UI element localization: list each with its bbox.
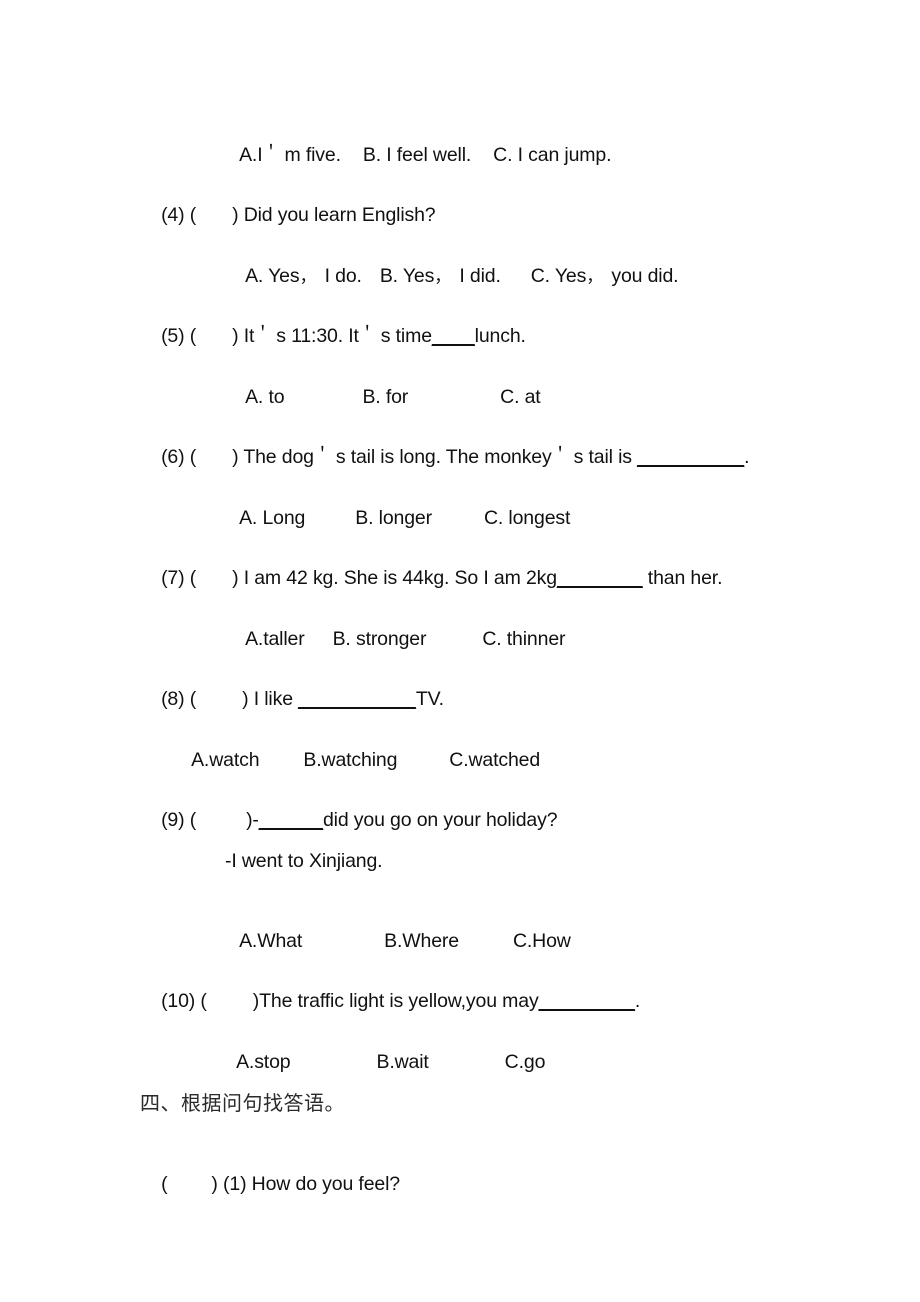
blank-q5[interactable]: ____: [432, 325, 475, 347]
option-b-q10: B.wait: [376, 1050, 429, 1073]
question-7-options-row: A.taller B. stronger C. thinner: [224, 610, 565, 669]
question-7-number: (7) (: [161, 566, 197, 589]
question-8-options-row: A.watch B.watching C.watched: [170, 731, 540, 790]
question-10-number: (10) (: [161, 989, 207, 1012]
question-5-number: (5) (: [161, 324, 197, 347]
option-c-q8: C.watched: [449, 748, 541, 771]
question-5-text-4: lunch.: [474, 324, 526, 347]
section-four-item-1: ( ) (1) How do you feel?: [140, 1155, 400, 1214]
option-a-q5: A. to: [245, 385, 285, 408]
blank-q8[interactable]: ___________: [298, 688, 416, 710]
question-5-options-row: A. to B. for C. at: [224, 368, 541, 427]
question-6-text-4: .: [744, 445, 750, 468]
blank-q7[interactable]: ________: [557, 567, 643, 589]
option-c-q4-pre: C. Yes: [530, 264, 587, 287]
question-9-stem: (9) ( )-______did you go on your holiday?: [140, 791, 557, 850]
question-10-text-2: .: [634, 989, 641, 1012]
section-four-item-1-text: ) (1) How do you feel?: [211, 1172, 400, 1195]
option-b-q6: B. longer: [355, 506, 432, 529]
option-a-q4-pre: A. Yes: [245, 264, 300, 287]
option-c-q7: C. thinner: [482, 627, 566, 650]
option-b-q4-pre: B. Yes: [379, 264, 435, 287]
question-6-options-row: A. Long B. longer C. longest: [218, 489, 570, 548]
question-4-text: ) Did you learn English?: [232, 203, 436, 226]
question-5-stem: (5) () It＇ s 11:30. It＇ s time____lunch.: [140, 307, 526, 366]
question-4-stem: (4) ( ) Did you learn English?: [140, 186, 436, 245]
question-6-stem: (6) () The dog＇ s tail is long. The monke…: [140, 428, 749, 487]
question-7-text-2: than her.: [642, 566, 723, 589]
option-a-q4-post: I do.: [319, 264, 362, 287]
apostrophe-glyph: ＇: [254, 324, 272, 345]
question-9-text-1: )-: [246, 808, 259, 831]
blank-q6[interactable]: __________: [637, 446, 744, 468]
option-a-q3: A.I＇ m five.: [239, 143, 341, 166]
worksheet-page: A.I＇ m five. B. I feel well. C. I can jump.…: [0, 0, 920, 1302]
question-9-options-row: A.What B.Where C.How: [218, 912, 571, 971]
blank-q10[interactable]: _________: [539, 990, 635, 1012]
apostrophe-glyph: ＇: [262, 143, 280, 164]
question-6-text-3: s tail is: [573, 445, 638, 468]
question-10-stem: (10) ( )The traffic light is yellow,you m…: [140, 972, 640, 1031]
option-b-q5: B. for: [362, 385, 409, 408]
option-a-q3-label: A.I: [239, 143, 263, 166]
question-8-stem: (8) ( ) I like ___________TV.: [140, 670, 444, 729]
question-4-number: (4) (: [161, 203, 197, 226]
question-9-text-2: did you go on your holiday?: [322, 808, 558, 831]
apostrophe-glyph: ＇: [551, 445, 569, 466]
question-9-number: (9) (: [161, 808, 197, 831]
option-a-q3-rest: m five.: [284, 143, 341, 166]
option-c-q5: C. at: [500, 385, 541, 408]
option-a-q10: A.stop: [236, 1050, 291, 1073]
option-a-q8: A.watch: [191, 748, 260, 771]
question-6-text-2: s tail is long. The monkey: [335, 445, 552, 468]
fullwidth-comma-glyph: ，: [434, 266, 452, 287]
option-b-q3: B. I feel well.: [362, 143, 472, 166]
question-8-number: (8) (: [161, 687, 197, 710]
question-6-number: (6) (: [161, 445, 197, 468]
question-8-text-2: TV.: [415, 687, 444, 710]
option-a-q4: A. Yes， I do.: [245, 264, 362, 287]
option-c-q6: C. longest: [483, 506, 571, 529]
question-10-text-1: )The traffic light is yellow,you may: [252, 989, 539, 1012]
answer-bracket-open-s4-1: (: [161, 1172, 168, 1195]
option-c-q9: C.How: [512, 929, 571, 952]
question-9-answer-line: -I went to Xinjiang.: [225, 850, 383, 872]
option-b-q4: B. Yes， I did.: [379, 264, 501, 287]
option-a-q6: A. Long: [239, 506, 306, 529]
section-four-heading: 四、根据问句找答语。: [140, 1091, 345, 1115]
question-5-text-3: s time: [380, 324, 432, 347]
option-b-q7: B. stronger: [332, 627, 427, 650]
fullwidth-comma-glyph: ，: [586, 266, 604, 287]
option-c-q3: C. I can jump.: [493, 143, 612, 166]
question-7-stem: (7) ( ) I am 42 kg. She is 44kg. So I am …: [140, 549, 722, 608]
option-b-q8: B.watching: [303, 748, 398, 771]
apostrophe-glyph: ＇: [313, 445, 331, 466]
question-3-options-row: A.I＇ m five. B. I feel well. C. I can jump.: [218, 126, 611, 185]
option-c-q10: C.go: [504, 1050, 546, 1073]
option-b-q9: B.Where: [384, 929, 459, 952]
option-c-q4-post: you did.: [606, 264, 679, 287]
option-a-q9: A.What: [239, 929, 303, 952]
question-5-text-1: ) It: [232, 324, 255, 347]
question-7-text-1: ) I am 42 kg. She is 44kg. So I am 2kg: [232, 566, 557, 589]
question-8-text-1: ) I like: [242, 687, 299, 710]
blank-q9[interactable]: ______: [259, 809, 323, 831]
option-a-q7: A.taller: [245, 627, 305, 650]
option-b-q4-post: I did.: [454, 264, 501, 287]
question-4-options-row: A. Yes， I do. B. Yes， I did. C. Yes， you d…: [224, 247, 679, 306]
question-5-text-2: s 11:30. It: [276, 324, 359, 347]
option-c-q4: C. Yes， you did.: [530, 264, 679, 287]
apostrophe-glyph: ＇: [358, 324, 376, 345]
fullwidth-comma-glyph: ，: [299, 266, 317, 287]
question-6-text-1: ) The dog: [232, 445, 314, 468]
question-10-options-row: A.stop B.wait C.go: [215, 1033, 545, 1092]
